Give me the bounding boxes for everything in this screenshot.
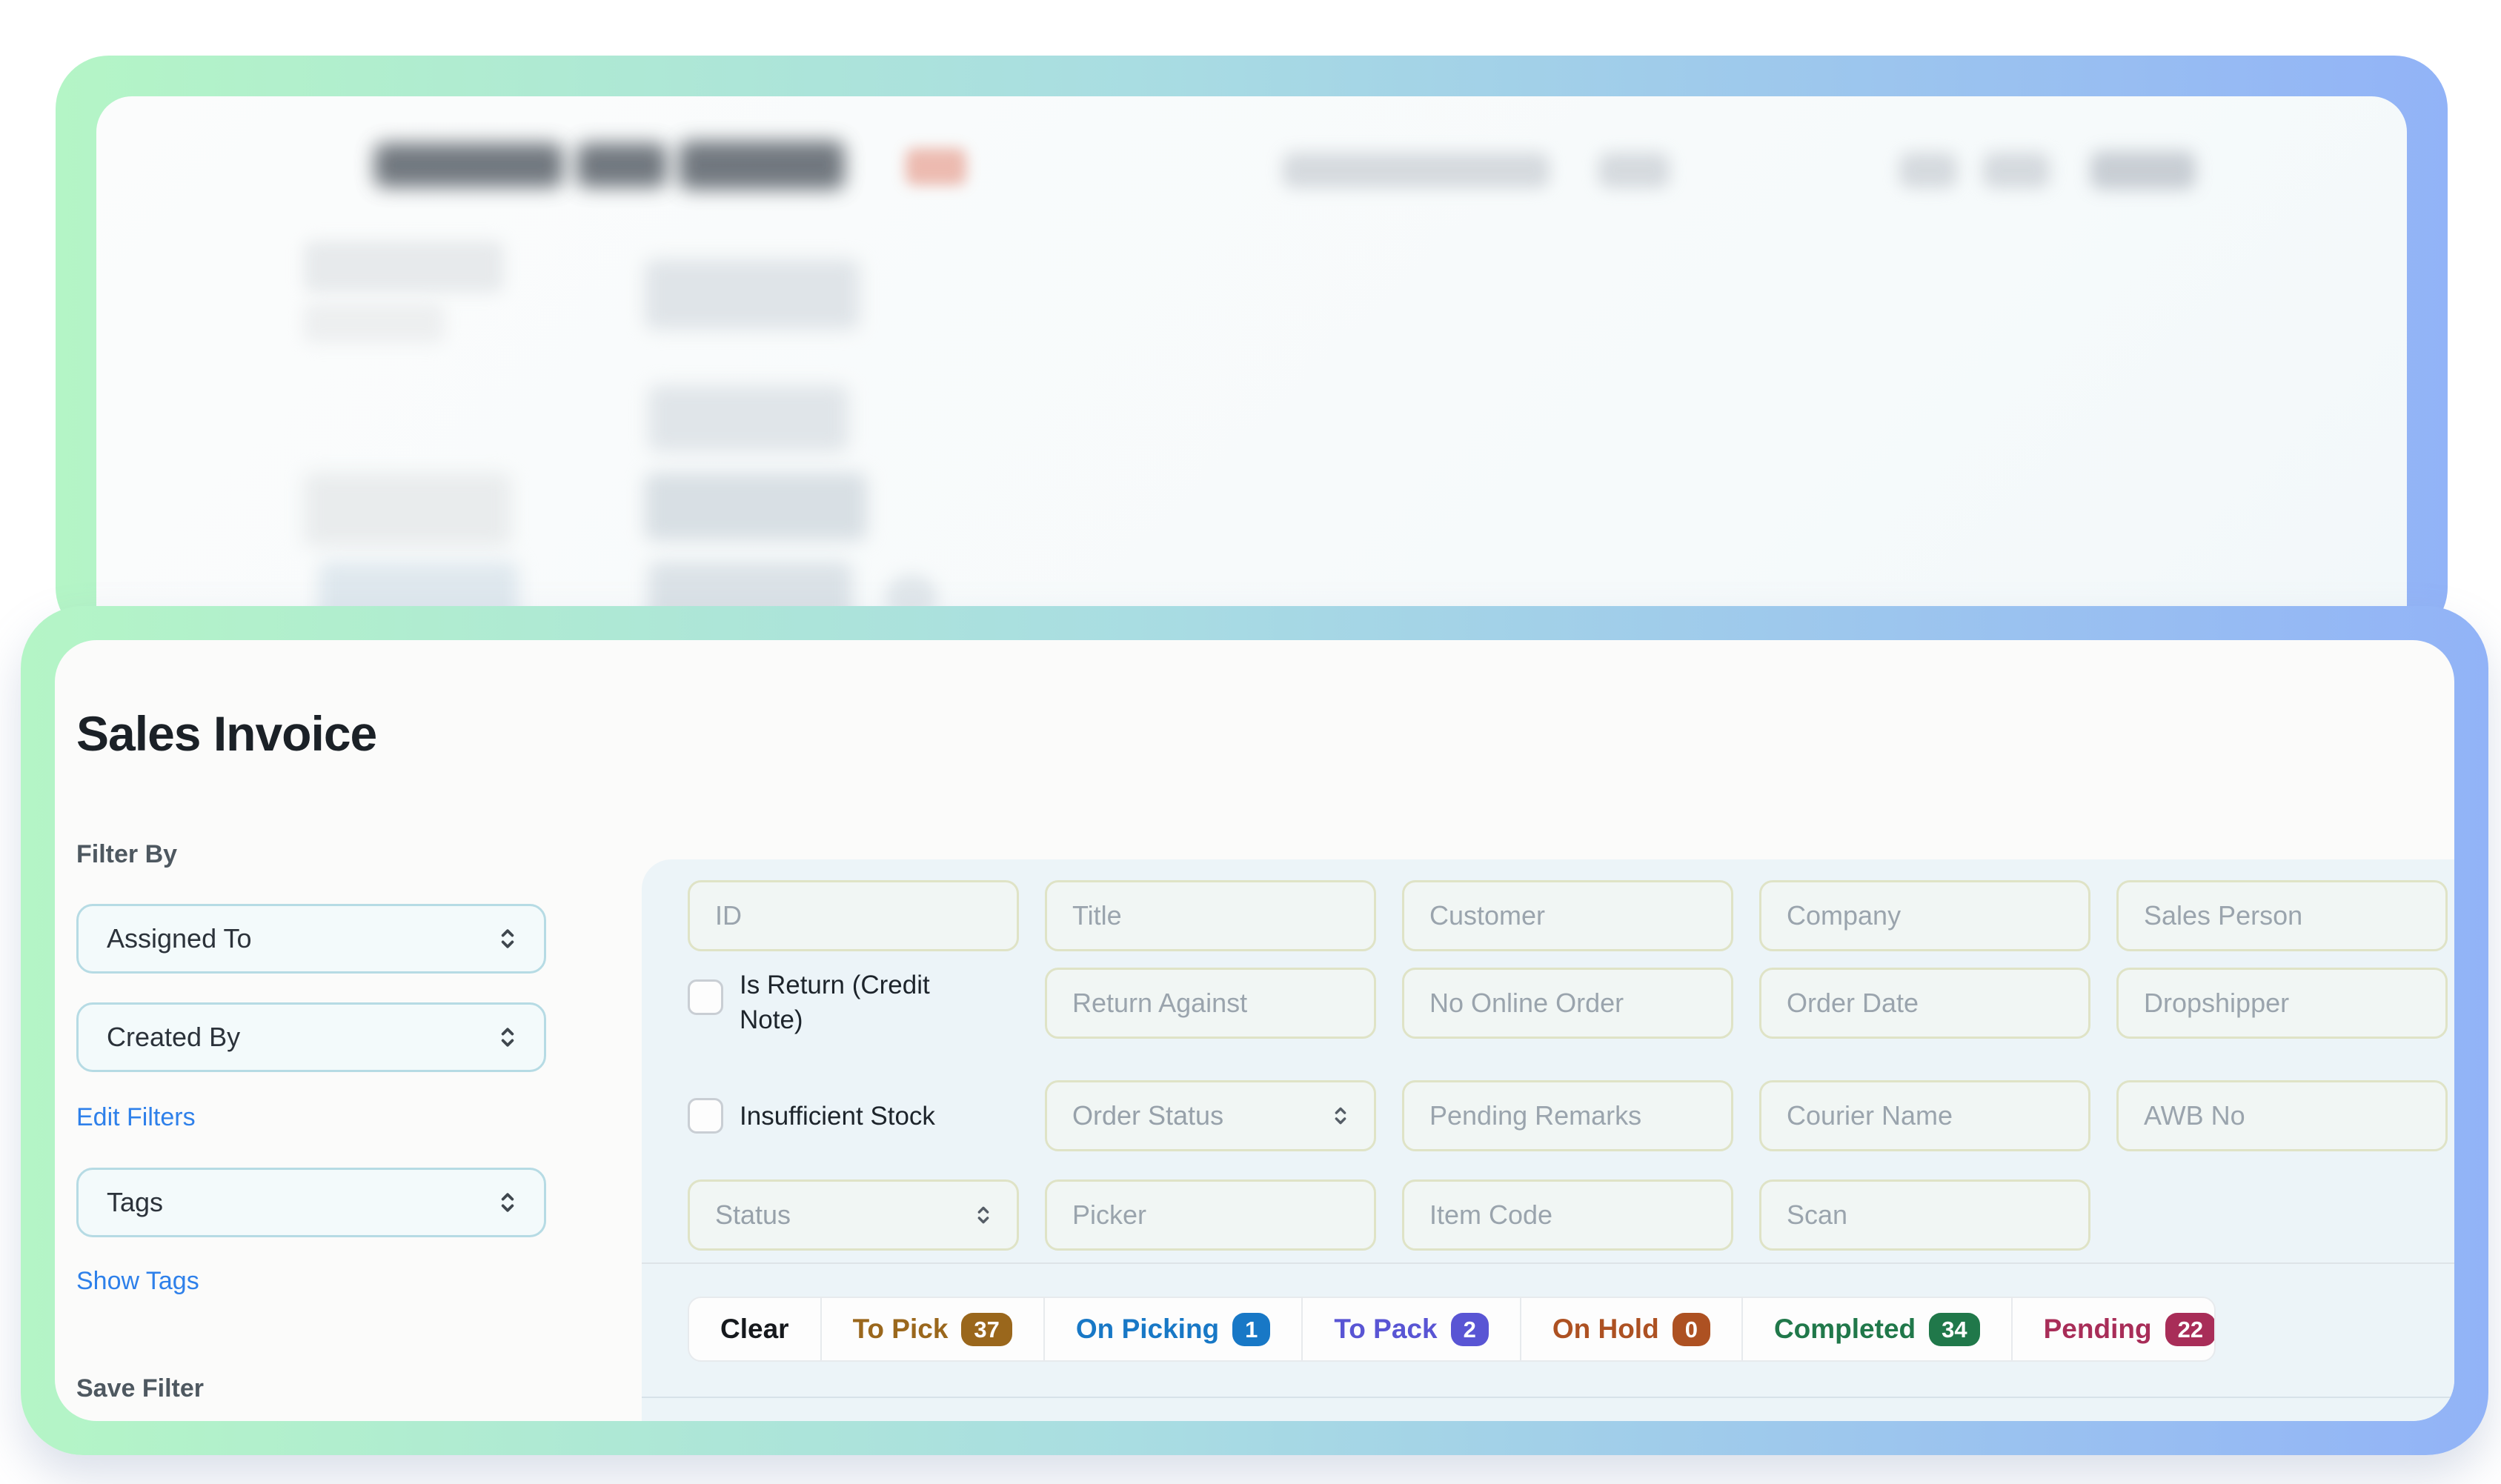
select-chevron-icon bbox=[494, 925, 522, 953]
save-filter-label: Save Filter bbox=[76, 1374, 204, 1403]
sales-person-input[interactable] bbox=[2116, 880, 2448, 951]
select-chevron-icon bbox=[971, 1202, 996, 1228]
dropshipper-input[interactable] bbox=[2116, 968, 2448, 1039]
no-online-order-input[interactable] bbox=[1402, 968, 1733, 1039]
to-pack-tab[interactable]: To Pack 2 bbox=[1301, 1298, 1519, 1360]
pending-remarks-input[interactable] bbox=[1402, 1080, 1733, 1151]
blurred-toolbar-blob bbox=[1598, 153, 1670, 188]
select-chevron-icon bbox=[494, 1023, 522, 1051]
filter-row: Insufficient Stock Order Status bbox=[688, 1080, 2454, 1151]
insufficient-stock-checkbox-cell: Insufficient Stock bbox=[688, 1080, 1019, 1151]
pending-tab-label: Pending bbox=[2044, 1314, 2152, 1345]
filter-row: Status bbox=[688, 1179, 2454, 1251]
on-hold-count-badge: 0 bbox=[1673, 1313, 1710, 1346]
awb-no-input[interactable] bbox=[2116, 1080, 2448, 1151]
blurred-value-blob bbox=[645, 259, 860, 330]
status-select-value: Status bbox=[715, 1199, 791, 1231]
filter-row: Is Return (Credit Note) bbox=[688, 968, 2454, 1039]
blurred-label-blob bbox=[304, 473, 511, 547]
to-pick-tab[interactable]: To Pick 37 bbox=[820, 1298, 1043, 1360]
item-code-input[interactable] bbox=[1402, 1179, 1733, 1251]
insufficient-stock-label: Insufficient Stock bbox=[740, 1099, 935, 1134]
on-picking-tab-label: On Picking bbox=[1076, 1314, 1219, 1345]
select-chevron-icon bbox=[1328, 1103, 1353, 1128]
assigned-to-select-value: Assigned To bbox=[107, 923, 251, 954]
filter-row bbox=[688, 880, 2454, 951]
blurred-background-card bbox=[56, 56, 2448, 641]
blurred-toolbar-blob bbox=[1899, 153, 1957, 188]
blurred-card-body bbox=[96, 96, 2407, 641]
panel-divider bbox=[642, 1262, 2454, 1264]
blurred-toolbar-blob bbox=[2090, 151, 2196, 190]
id-input[interactable] bbox=[688, 880, 1019, 951]
picker-input[interactable] bbox=[1045, 1179, 1376, 1251]
to-pack-tab-label: To Pack bbox=[1334, 1314, 1437, 1345]
is-return-checkbox[interactable] bbox=[688, 979, 723, 1015]
order-date-input[interactable] bbox=[1759, 968, 2090, 1039]
tags-select[interactable]: Tags bbox=[76, 1168, 546, 1237]
on-picking-count-badge: 1 bbox=[1232, 1313, 1270, 1346]
clear-tab-label: Clear bbox=[720, 1314, 789, 1345]
insufficient-stock-checkbox[interactable] bbox=[688, 1098, 723, 1134]
pending-count-badge: 22 bbox=[2165, 1313, 2216, 1346]
status-select[interactable]: Status bbox=[688, 1179, 1019, 1251]
is-return-label: Is Return (Credit Note) bbox=[740, 968, 971, 1037]
assigned-to-select[interactable]: Assigned To bbox=[76, 904, 546, 974]
to-pick-count-badge: 37 bbox=[961, 1313, 1012, 1346]
blurred-toolbar-blob bbox=[1283, 153, 1550, 188]
on-hold-tab-label: On Hold bbox=[1552, 1314, 1659, 1345]
to-pack-count-badge: 2 bbox=[1451, 1313, 1489, 1346]
edit-filters-link[interactable]: Edit Filters bbox=[76, 1103, 196, 1132]
blurred-label-blob bbox=[304, 302, 445, 343]
blurred-title-blob bbox=[577, 143, 667, 187]
blurred-title-blob bbox=[679, 141, 845, 190]
created-by-select[interactable]: Created By bbox=[76, 1002, 546, 1072]
return-against-input[interactable] bbox=[1045, 968, 1376, 1039]
created-by-select-value: Created By bbox=[107, 1022, 240, 1053]
filter-panel: Is Return (Credit Note) Insufficient Sto… bbox=[642, 859, 2454, 1421]
blurred-value-blob bbox=[648, 385, 848, 452]
order-status-select-value: Order Status bbox=[1072, 1100, 1223, 1131]
title-input[interactable] bbox=[1045, 880, 1376, 951]
is-return-checkbox-cell: Is Return (Credit Note) bbox=[688, 968, 1019, 1039]
blurred-label-blob bbox=[304, 241, 504, 293]
pending-tab[interactable]: Pending 22 bbox=[2011, 1298, 2216, 1360]
company-input[interactable] bbox=[1759, 880, 2090, 951]
sales-invoice-card: Sales Invoice Filter By Assigned To Crea… bbox=[21, 606, 2488, 1455]
select-chevron-icon bbox=[494, 1188, 522, 1217]
blurred-toolbar-blob bbox=[1983, 153, 2050, 188]
show-tags-link[interactable]: Show Tags bbox=[76, 1267, 199, 1296]
clear-tab[interactable]: Clear bbox=[689, 1298, 820, 1360]
customer-input[interactable] bbox=[1402, 880, 1733, 951]
completed-tab-label: Completed bbox=[1774, 1314, 1916, 1345]
tags-select-value: Tags bbox=[107, 1187, 163, 1218]
scan-input[interactable] bbox=[1759, 1179, 2090, 1251]
on-hold-tab[interactable]: On Hold 0 bbox=[1520, 1298, 1741, 1360]
page-title: Sales Invoice bbox=[76, 705, 376, 762]
on-picking-tab[interactable]: On Picking 1 bbox=[1043, 1298, 1302, 1360]
blurred-badge-blob bbox=[906, 148, 966, 185]
courier-name-input[interactable] bbox=[1759, 1080, 2090, 1151]
to-pick-tab-label: To Pick bbox=[853, 1314, 949, 1345]
sales-invoice-card-body: Sales Invoice Filter By Assigned To Crea… bbox=[55, 640, 2454, 1421]
order-status-select[interactable]: Order Status bbox=[1045, 1080, 1376, 1151]
blurred-title-blob bbox=[374, 143, 563, 187]
status-tab-bar: Clear To Pick 37 On Picking 1 To Pack 2 … bbox=[688, 1297, 2216, 1362]
panel-bottom-divider bbox=[642, 1397, 2454, 1398]
completed-tab[interactable]: Completed 34 bbox=[1741, 1298, 2011, 1360]
completed-count-badge: 34 bbox=[1929, 1313, 1979, 1346]
filter-by-label: Filter By bbox=[76, 840, 177, 869]
blurred-value-blob bbox=[645, 473, 867, 541]
